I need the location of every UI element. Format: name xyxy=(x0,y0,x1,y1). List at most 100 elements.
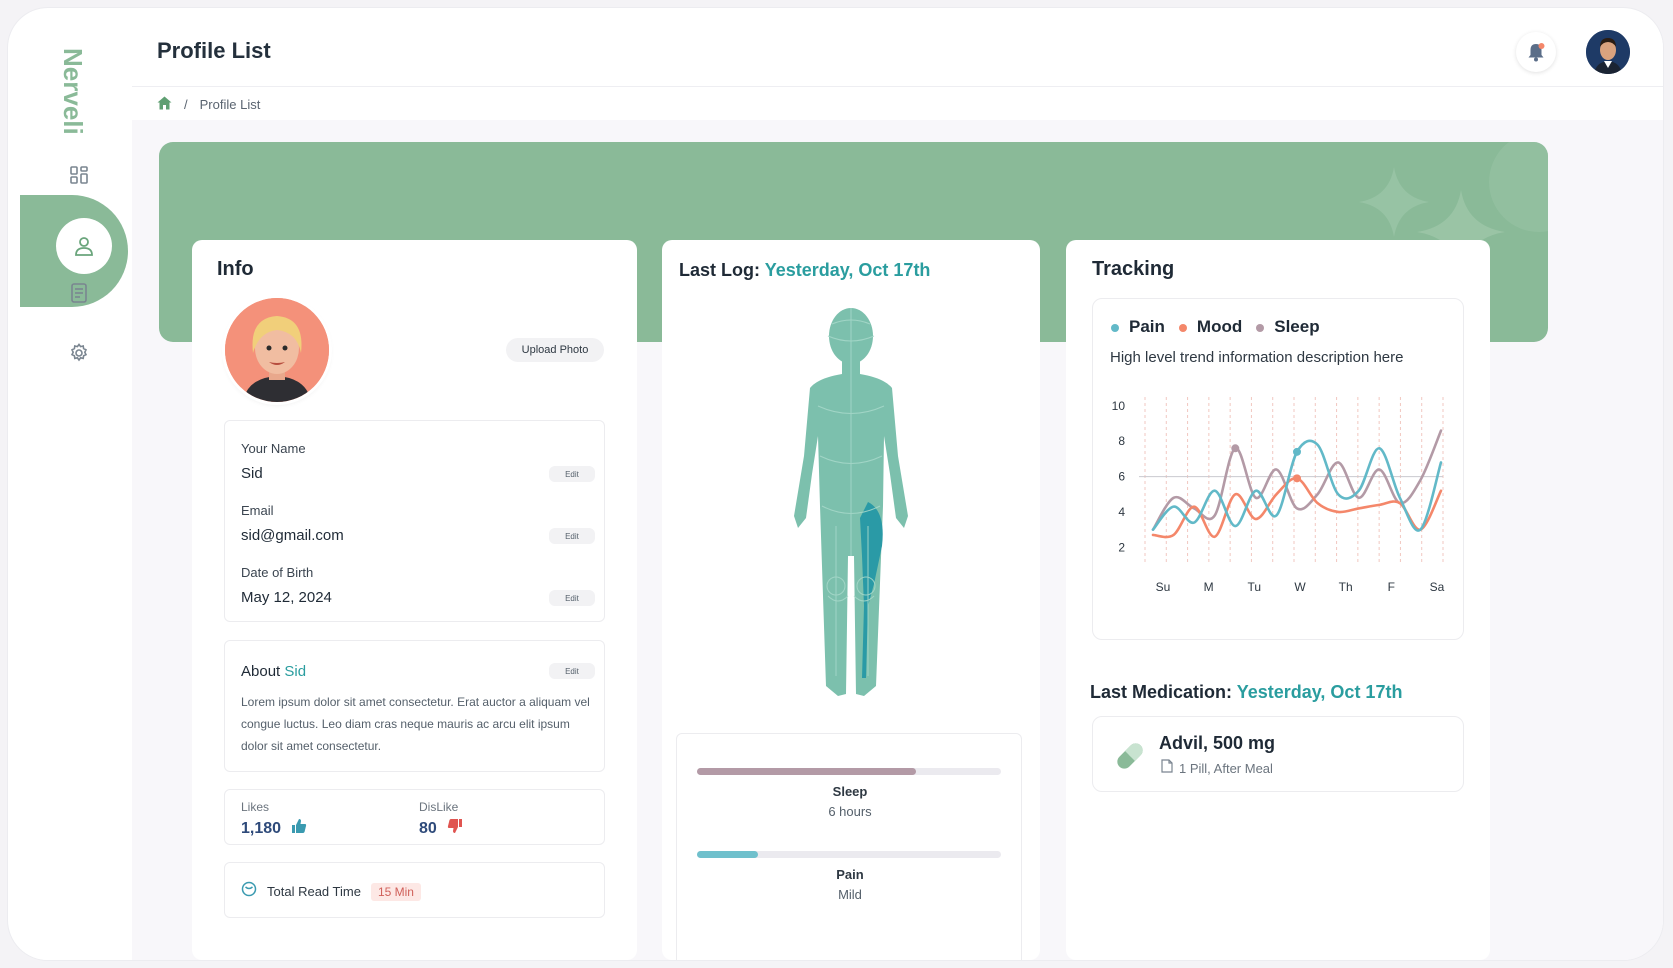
legend-pain[interactable]: Pain xyxy=(1111,317,1165,337)
main-area: Profile List / Profile List Info Upload … xyxy=(132,20,1663,960)
dob-label: Date of Birth xyxy=(241,565,314,580)
data-point-mood xyxy=(1293,474,1301,483)
app-logo[interactable]: Nerveli xyxy=(58,48,90,148)
name-value: Sid xyxy=(241,465,263,482)
y-tick-label: 10 xyxy=(1112,399,1126,413)
breadcrumb: / Profile List xyxy=(157,96,260,113)
page-title: Profile List xyxy=(157,38,271,63)
legend-pain-dot xyxy=(1111,323,1119,332)
email-value: sid@gmail.com xyxy=(241,527,344,544)
chart-legend: Pain Mood Sleep xyxy=(1111,317,1320,337)
legend-sleep[interactable]: Sleep xyxy=(1256,317,1320,337)
grid-icon[interactable] xyxy=(66,162,92,188)
app-frame: Nerveli Profile List / Profile List Info… xyxy=(8,8,1663,960)
info-card: Info Upload Photo Your Name Sid Edit Ema… xyxy=(192,240,637,960)
tracking-card: Tracking Pain Mood Sleep High level tren… xyxy=(1066,240,1490,960)
edit-dob-button[interactable]: Edit xyxy=(549,590,595,606)
pain-label: Pain xyxy=(836,867,864,882)
user-icon[interactable] xyxy=(56,218,112,274)
thumbs-up-icon[interactable] xyxy=(291,818,307,839)
dislike-value: 80 xyxy=(419,819,437,837)
last-log-date: Yesterday, Oct 17th xyxy=(764,260,931,280)
likes-value: 1,180 xyxy=(241,819,282,837)
logo-text: Nerveli xyxy=(60,48,88,135)
medication-detail: 1 Pill, After Meal xyxy=(1179,761,1273,776)
legend-sleep-dot xyxy=(1256,323,1265,332)
gear-icon[interactable] xyxy=(66,340,92,366)
x-tick-label: M xyxy=(1204,580,1214,594)
personal-details-box: Your Name Sid Edit Email sid@gmail.com E… xyxy=(224,420,605,622)
pain-bar-fill xyxy=(697,851,758,858)
y-tick-label: 4 xyxy=(1118,505,1125,519)
legend-mood-label: Mood xyxy=(1196,317,1243,336)
x-tick-label: Tu xyxy=(1248,580,1262,594)
name-label: Your Name xyxy=(241,441,306,456)
chart-description: High level trend information description… xyxy=(1110,349,1404,366)
sleep-bar-fill xyxy=(697,768,916,775)
about-text: Lorem ipsum dolor sit amet consectetur. … xyxy=(241,695,590,753)
legend-mood-dot xyxy=(1178,323,1187,332)
file-icon xyxy=(1161,759,1173,778)
medication-box[interactable]: Advil, 500 mg 1 Pill, After Meal xyxy=(1092,716,1464,792)
email-label: Email xyxy=(241,503,274,518)
edit-about-button[interactable]: Edit xyxy=(549,663,595,679)
data-point-sleep xyxy=(1231,444,1240,453)
legend-mood[interactable]: Mood xyxy=(1178,317,1243,337)
home-icon[interactable] xyxy=(157,96,172,113)
last-log-heading: Last Log: Yesterday, Oct 17th xyxy=(679,260,930,281)
info-title: Info xyxy=(217,258,254,280)
topbar: Profile List / Profile List xyxy=(132,20,1663,120)
medication-date: Yesterday, Oct 17th xyxy=(1236,682,1403,702)
document-icon[interactable] xyxy=(66,280,92,306)
divider xyxy=(132,86,1663,87)
y-tick-label: 8 xyxy=(1118,434,1125,448)
medication-name: Advil, 500 mg xyxy=(1159,733,1276,753)
likes-label: Likes xyxy=(241,800,270,814)
about-prefix: About xyxy=(241,663,281,680)
thumbs-down-icon[interactable] xyxy=(447,818,463,839)
last-log-prefix: Last Log: xyxy=(679,260,760,280)
likes-row: 1,180 xyxy=(241,818,307,839)
log-metrics-box: Sleep 6 hours Pain Mild xyxy=(676,733,1022,960)
dislike-row: 80 xyxy=(419,818,463,839)
sleep-label: Sleep xyxy=(832,784,868,799)
notification-bell-icon[interactable] xyxy=(1516,32,1556,72)
pill-icon xyxy=(1111,737,1149,780)
dislike-label: DisLike xyxy=(419,800,459,814)
edit-email-button[interactable]: Edit xyxy=(549,528,595,544)
body-map[interactable] xyxy=(788,306,914,703)
data-point-pain xyxy=(1293,447,1301,456)
medication-heading: Last Medication: Yesterday, Oct 17th xyxy=(1090,682,1402,703)
read-time-badge: 15 Min xyxy=(370,882,421,901)
trend-chart[interactable]: 2 4 6 8 10 Su M Tu W Th F Sa xyxy=(1093,385,1465,625)
upload-photo-button[interactable]: Upload Photo xyxy=(506,338,604,362)
read-time-row: Total Read Time 15 Min xyxy=(241,881,421,902)
y-tick-label: 6 xyxy=(1118,470,1125,484)
sleep-value: 6 hours xyxy=(828,804,872,819)
legend-sleep-label: Sleep xyxy=(1274,317,1320,336)
medication-detail-row: 1 Pill, After Meal xyxy=(1161,759,1273,778)
read-time-label: Total Read Time xyxy=(267,884,361,899)
book-open-icon xyxy=(241,881,257,902)
sleep-bar xyxy=(697,768,1001,775)
pain-bar xyxy=(697,851,1001,858)
x-tick-label: Su xyxy=(1156,580,1171,594)
user-avatar[interactable] xyxy=(1586,30,1630,74)
dob-value: May 12, 2024 xyxy=(241,589,332,606)
edit-name-button[interactable]: Edit xyxy=(549,466,595,482)
about-box: About Sid Edit Lorem ipsum dolor sit ame… xyxy=(224,640,605,772)
profile-avatar xyxy=(225,298,329,402)
last-log-card: Last Log: Yesterday, Oct 17th Sleep 6 ho… xyxy=(662,240,1040,960)
x-tick-label: F xyxy=(1388,580,1395,594)
breadcrumb-separator: / xyxy=(184,97,188,112)
read-time-box: Total Read Time 15 Min xyxy=(224,862,605,918)
x-tick-label: Th xyxy=(1339,580,1353,594)
about-heading: About Sid xyxy=(241,663,306,680)
x-tick-label: W xyxy=(1294,580,1306,594)
tracking-title: Tracking xyxy=(1092,258,1175,280)
chart-box: Pain Mood Sleep High level trend informa… xyxy=(1092,298,1464,640)
breadcrumb-current[interactable]: Profile List xyxy=(200,97,261,112)
pain-value: Mild xyxy=(838,887,862,902)
legend-pain-label: Pain xyxy=(1129,317,1165,336)
y-tick-label: 2 xyxy=(1118,540,1125,554)
